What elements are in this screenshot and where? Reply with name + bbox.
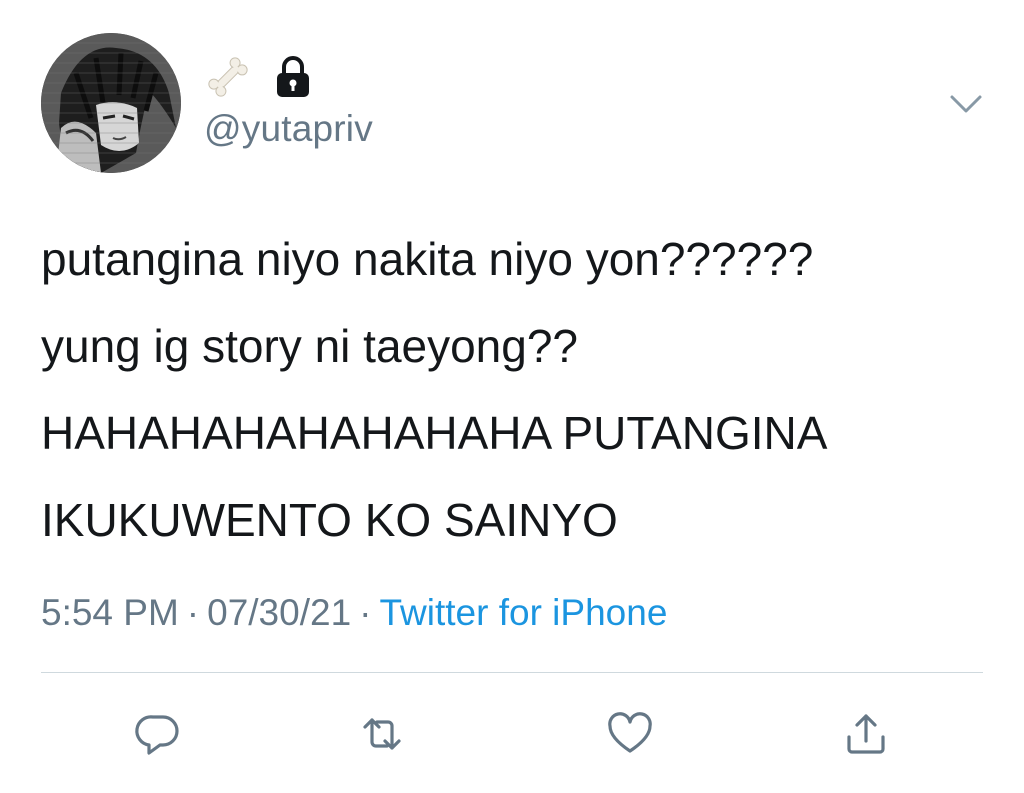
like-icon	[608, 712, 652, 753]
meta-separator: ·	[186, 592, 200, 633]
tweet-source-link[interactable]: Twitter for iPhone	[379, 592, 667, 633]
share-icon	[847, 714, 885, 754]
tweet-date: 07/30/21	[207, 592, 352, 633]
avatar-image	[41, 33, 181, 173]
user-handle[interactable]: @yutapriv	[204, 108, 373, 150]
reply-button[interactable]	[130, 706, 186, 762]
chevron-down-icon[interactable]	[946, 88, 986, 118]
display-name[interactable]	[204, 52, 312, 102]
avatar[interactable]	[41, 33, 181, 173]
tweet-text: putangina niyo nakita niyo yon?????? yun…	[41, 216, 991, 564]
tweet-meta: 5:54 PM · 07/30/21 · Twitter for iPhone	[41, 592, 667, 634]
tweet-card: @yutapriv putangina niyo nakita niyo yon…	[0, 0, 1024, 793]
retweet-icon	[363, 718, 401, 750]
tweet-time: 5:54 PM	[41, 592, 179, 633]
bone-emoji-icon	[208, 57, 248, 97]
divider	[41, 672, 983, 673]
like-button[interactable]	[602, 706, 658, 762]
tweet-text-line: HAHAHAHAHAHAHAHA PUTANGINA	[41, 407, 828, 459]
tweet-text-line: yung ig story ni taeyong??	[41, 320, 579, 372]
retweet-button[interactable]	[354, 706, 410, 762]
lock-icon	[277, 56, 309, 97]
meta-separator: ·	[359, 592, 372, 633]
tweet-actions	[0, 700, 1024, 770]
reply-icon	[135, 715, 179, 755]
tweet-text-line: putangina niyo nakita niyo yon??????	[41, 233, 814, 285]
tweet-text-line: IKUKUWENTO KO SAINYO	[41, 494, 618, 546]
share-button[interactable]	[838, 706, 894, 762]
